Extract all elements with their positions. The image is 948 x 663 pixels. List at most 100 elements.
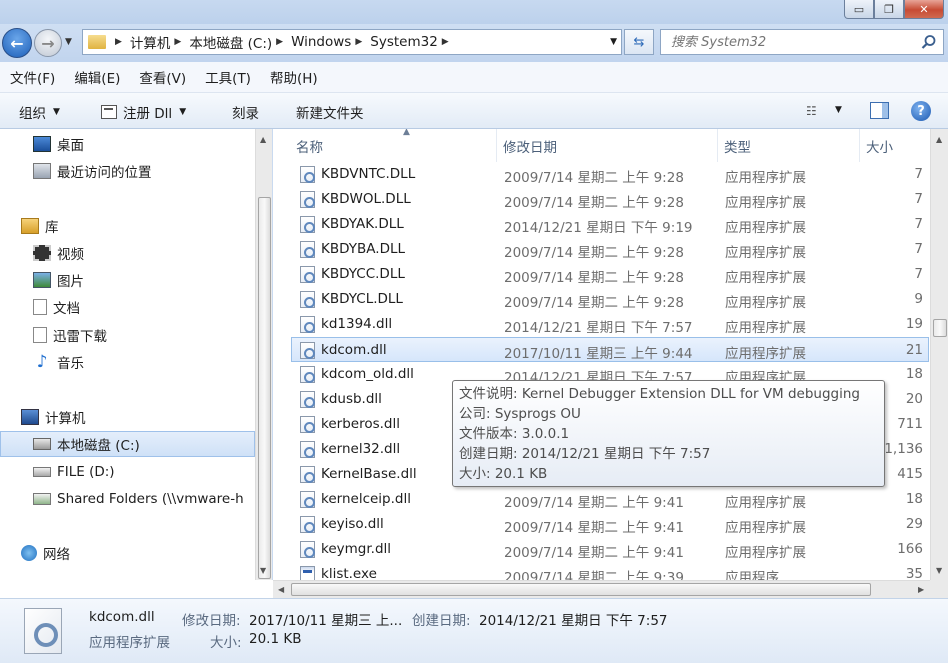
video-icon [33, 245, 51, 261]
table-row[interactable]: keymgr.dll 2009/7/14 星期二 上午 9:41 应用程序扩展 166 [273, 537, 930, 562]
table-row[interactable]: kd1394.dll 2014/12/21 星期日 下午 7:57 应用程序扩展 19 [273, 312, 930, 337]
breadcrumb-separator[interactable]: ▶ [276, 37, 283, 47]
forward-arrow-icon: → [41, 33, 55, 53]
file-size: 7 [914, 191, 923, 207]
file-date: 2009/7/14 星期二 上午 9:28 [504, 270, 684, 286]
table-row[interactable]: KBDYCL.DLL 2009/7/14 星期二 上午 9:28 应用程序扩展 9 [273, 287, 930, 312]
file-type: 应用程序扩展 [725, 320, 806, 336]
file-list: ▲ 名称 修改日期 类型 大小 KBDVNTC.DLL 2009/7/14 星期二… [273, 129, 930, 580]
forward-button[interactable]: → [34, 29, 62, 57]
scroll-thumb[interactable] [258, 197, 271, 579]
menu-edit[interactable]: 编辑(E) [74, 67, 120, 87]
table-row[interactable]: kernelceip.dll 2009/7/14 星期二 上午 9:41 应用程序扩… [273, 487, 930, 512]
table-row[interactable]: KBDYBA.DLL 2009/7/14 星期二 上午 9:28 应用程序扩展 7 [273, 237, 930, 262]
register-dll-button[interactable]: 注册 Dll ▼ [101, 102, 186, 122]
column-header-type[interactable]: 类型 [718, 129, 860, 162]
menu-help[interactable]: 帮助(H) [270, 67, 318, 87]
table-row[interactable]: KBDVNTC.DLL 2009/7/14 星期二 上午 9:28 应用程序扩展 7 [273, 162, 930, 187]
scroll-up-icon[interactable]: ▲ [260, 135, 266, 144]
column-header-size[interactable]: 大小 [860, 129, 930, 162]
nav-item-label: 本地磁盘 (C:) [57, 438, 140, 454]
breadcrumb-separator[interactable]: ▶ [174, 37, 181, 47]
search-box[interactable] [660, 29, 944, 55]
file-type: 应用程序扩展 [725, 346, 806, 362]
table-row[interactable]: klist.exe 2009/7/14 星期二 上午 9:39 应用程序 35 [273, 562, 930, 580]
preview-pane-icon[interactable] [870, 102, 889, 119]
sort-ascending-icon: ▲ [403, 129, 410, 137]
search-icon[interactable] [921, 34, 937, 50]
network-icon [21, 545, 37, 561]
scroll-right-icon[interactable]: ▶ [918, 585, 924, 594]
nav-item-recent[interactable]: 最近访问的位置 [0, 158, 255, 184]
maximize-icon: ❐ [884, 2, 894, 16]
address-bar[interactable]: ▶ 计算机 ▶ 本地磁盘 (C:) ▶ Windows ▶ System32 ▶… [82, 29, 622, 55]
nav-item-network[interactable]: 网络 [0, 540, 255, 566]
breadcrumb-computer[interactable]: 计算机 [130, 32, 171, 52]
file-name: keyiso.dll [321, 516, 384, 532]
nav-item-videos[interactable]: 视频 [0, 240, 255, 266]
nav-item-computer[interactable]: 计算机 [0, 404, 255, 430]
file-date: 2014/12/21 星期日 下午 7:57 [504, 320, 693, 336]
scroll-down-icon[interactable]: ▼ [260, 566, 266, 575]
scroll-up-icon[interactable]: ▲ [936, 135, 942, 144]
nav-item-file-d[interactable]: FILE (D:) [0, 459, 255, 485]
scroll-down-icon[interactable]: ▼ [936, 566, 942, 575]
recent-pages-dropdown[interactable]: ▼ [65, 37, 72, 47]
details-size-value: 20.1 KB [249, 631, 302, 647]
table-row[interactable]: KBDWOL.DLL 2009/7/14 星期二 上午 9:28 应用程序扩展 7 [273, 187, 930, 212]
scroll-thumb[interactable] [291, 583, 871, 596]
nav-item-libraries[interactable]: 库 [0, 213, 255, 239]
organize-button[interactable]: 组织 ▼ [19, 102, 60, 122]
nav-item-documents[interactable]: 文档 [0, 294, 255, 320]
nav-item-shared-folders[interactable]: Shared Folders (\\vmware-h [0, 486, 255, 512]
new-folder-button[interactable]: 新建文件夹 [296, 102, 364, 122]
breadcrumb-system32[interactable]: System32 [370, 34, 438, 50]
file-type: 应用程序扩展 [725, 270, 806, 286]
nav-item-music[interactable]: ♪ 音乐 [0, 349, 255, 375]
view-options-dropdown[interactable]: ▼ [835, 105, 842, 115]
table-row-selected[interactable]: kdcom.dll 2017/10/11 星期三 上午 9:44 应用程序扩展 21 [291, 337, 929, 362]
nav-item-label: 图片 [57, 274, 84, 290]
breadcrumb-windows[interactable]: Windows [291, 34, 351, 50]
refresh-button[interactable]: ⇆ [624, 29, 654, 55]
table-row[interactable]: KBDYCC.DLL 2009/7/14 星期二 上午 9:28 应用程序扩展 7 [273, 262, 930, 287]
nav-item-desktop[interactable]: 桌面 [0, 131, 255, 157]
recent-places-icon [33, 163, 51, 179]
nav-pane-scrollbar[interactable]: ▲ ▼ [255, 129, 272, 580]
menu-view[interactable]: 查看(V) [139, 67, 186, 87]
breadcrumb-separator[interactable]: ▶ [115, 37, 122, 47]
column-header-name[interactable]: ▲ 名称 [290, 129, 497, 162]
scroll-thumb[interactable] [933, 319, 947, 337]
burn-button[interactable]: 刻录 [232, 102, 259, 122]
address-history-dropdown[interactable]: ▼ [610, 37, 617, 47]
view-details-icon[interactable]: ☷ [806, 104, 817, 118]
breadcrumb-separator[interactable]: ▶ [442, 37, 449, 47]
file-list-vertical-scrollbar[interactable]: ▲ ▼ [930, 129, 948, 580]
nav-item-local-disk[interactable]: 本地磁盘 (C:) [0, 431, 255, 457]
back-button[interactable]: ← [2, 28, 32, 58]
file-type: 应用程序扩展 [725, 220, 806, 236]
table-row[interactable]: keyiso.dll 2009/7/14 星期二 上午 9:41 应用程序扩展 29 [273, 512, 930, 537]
nav-item-pictures[interactable]: 图片 [0, 267, 255, 293]
table-row[interactable]: KBDYAK.DLL 2014/12/21 星期日 下午 9:19 应用程序扩展 7 [273, 212, 930, 237]
details-type: 应用程序扩展 [89, 635, 170, 651]
nav-item-thunder[interactable]: 迅雷下载 [0, 322, 255, 348]
search-input[interactable] [671, 34, 911, 50]
file-size: 9 [914, 291, 923, 307]
menu-tools[interactable]: 工具(T) [205, 67, 251, 87]
nav-item-label: 音乐 [57, 356, 84, 372]
file-type: 应用程序扩展 [725, 245, 806, 261]
maximize-button[interactable]: ❐ [874, 0, 904, 19]
breadcrumb-local-disk[interactable]: 本地磁盘 (C:) [189, 32, 272, 52]
file-name: KBDYAK.DLL [321, 216, 404, 232]
file-list-horizontal-scrollbar[interactable]: ◀ ▶ [273, 580, 930, 598]
chevron-down-icon: ▼ [53, 107, 60, 117]
column-header-date[interactable]: 修改日期 [497, 129, 718, 162]
navigation-row: ← → ▼ ▶ 计算机 ▶ 本地磁盘 (C:) ▶ Windows ▶ Syst… [0, 24, 948, 62]
breadcrumb-separator[interactable]: ▶ [355, 37, 362, 47]
close-button[interactable]: ✕ [904, 0, 944, 19]
minimize-button[interactable]: ▭ [844, 0, 874, 19]
scroll-left-icon[interactable]: ◀ [278, 585, 284, 594]
help-icon[interactable]: ? [911, 101, 931, 121]
menu-file[interactable]: 文件(F) [10, 67, 55, 87]
